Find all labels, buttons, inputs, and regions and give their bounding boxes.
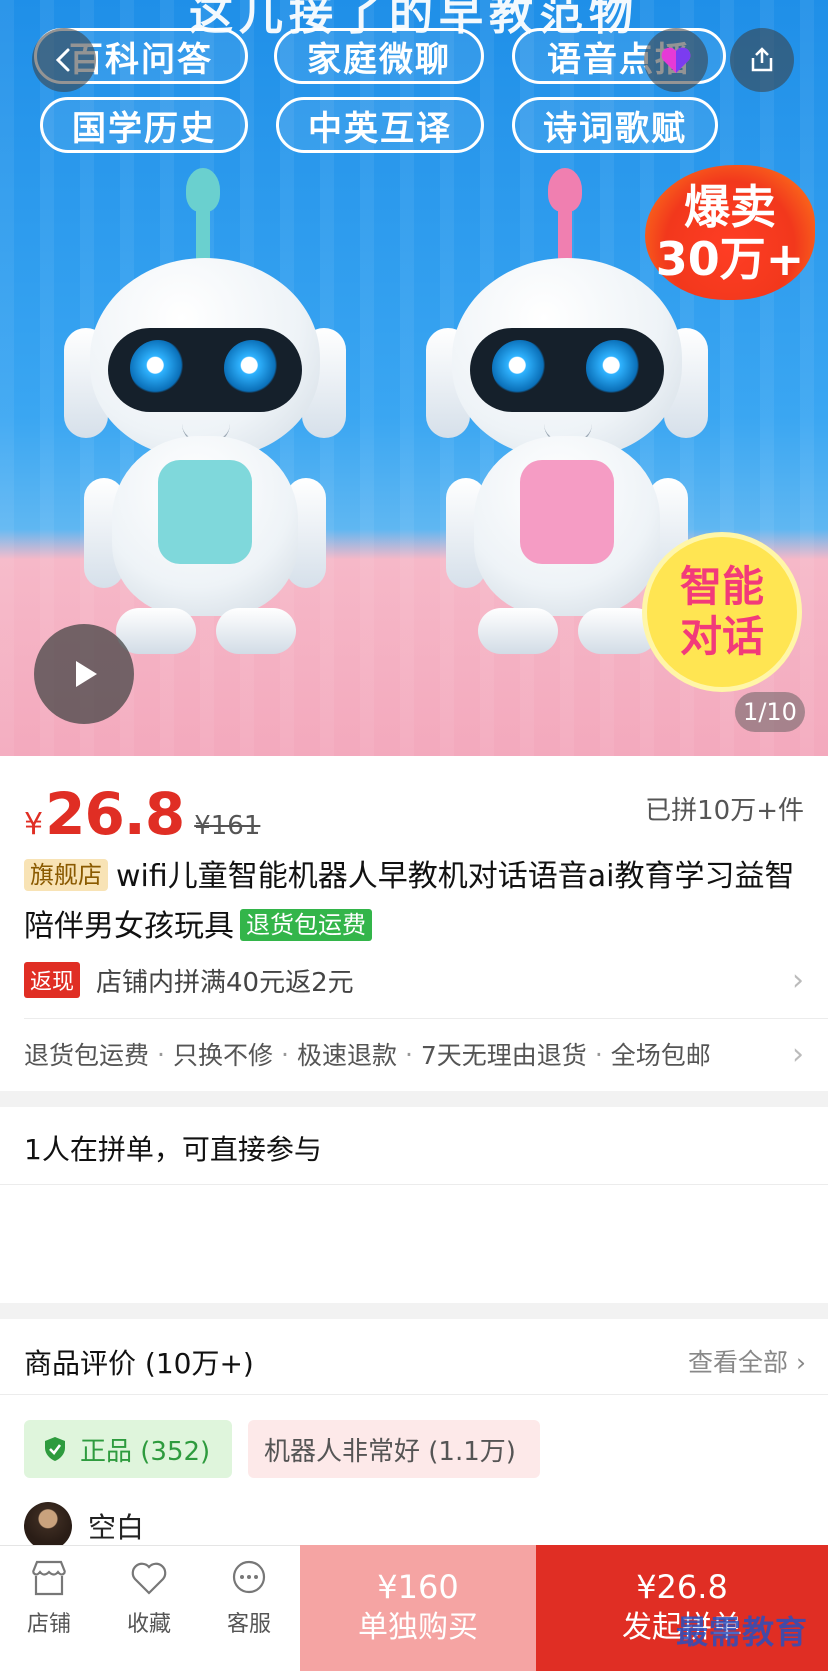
product-title-text: wifi儿童智能机器人早教机对话语音ai教育学习益智陪伴男女孩玩具	[24, 859, 795, 944]
tab-store[interactable]: 店铺	[4, 1556, 94, 1656]
buy-alone-price: ¥160	[377, 1568, 459, 1606]
tab-customer-service[interactable]: 客服	[204, 1556, 294, 1656]
service-guarantees-row[interactable]: 退货包运费 · 只换不修 · 极速退款 · 7天无理由退货 · 全场包邮 ›	[24, 1034, 804, 1074]
chevron-left-icon	[55, 48, 70, 72]
review-tag-genuine[interactable]: 正品 (352)	[24, 1420, 232, 1478]
view-all-label: 查看全部	[688, 1348, 789, 1377]
review-author-name: 空白	[88, 1511, 145, 1544]
chevron-right-icon: ›	[792, 962, 804, 998]
cashback-text: 店铺内拼满40元返2元	[96, 967, 354, 998]
currency-symbol: ¥	[24, 807, 44, 842]
flagship-store-tag: 旗舰店	[24, 859, 108, 891]
hero-top-banner: 这儿接了的早教范物	[0, 0, 828, 40]
hot-sale-line2: 30万+	[655, 231, 805, 286]
tab-label: 店铺	[26, 1612, 71, 1637]
shield-check-icon	[45, 1437, 65, 1461]
heart-app-icon	[661, 47, 691, 73]
service-item: 退货包运费	[24, 1041, 150, 1070]
smart-badge-line2: 对话	[679, 612, 764, 661]
review-tag-robot-good[interactable]: 机器人非常好 (1.1万)	[248, 1420, 540, 1478]
store-icon	[31, 1560, 67, 1596]
tab-label: 收藏	[126, 1612, 171, 1637]
reviews-title: 商品评价 (10万+)	[24, 1347, 254, 1380]
original-price: ¥161	[194, 811, 261, 841]
sold-count: 已拼10万+件	[645, 796, 804, 826]
chat-icon	[232, 1560, 266, 1594]
group-price: 26.8	[45, 780, 185, 848]
feature-pill: 中英互译	[276, 97, 484, 153]
share-button[interactable]	[730, 28, 794, 92]
service-item: 全场包邮	[610, 1041, 711, 1070]
hot-sale-badge: 爆卖 30万+	[645, 165, 815, 300]
feature-pill: 家庭微聊	[274, 28, 484, 84]
chevron-right-icon: ›	[792, 1036, 804, 1072]
tab-favorite[interactable]: 收藏	[104, 1556, 194, 1656]
service-item: 只换不修	[172, 1041, 273, 1070]
image-counter: 1/10	[735, 692, 805, 732]
tab-label: 客服	[226, 1612, 271, 1637]
service-item: 极速退款	[296, 1041, 397, 1070]
separator-dot: ·	[157, 1039, 165, 1069]
cashback-promo-row[interactable]: 返现 店铺内拼满40元返2元 ›	[24, 960, 804, 1000]
free-return-tag: 退货包运费	[240, 909, 372, 941]
watermark-text: 最需教育	[676, 1613, 809, 1651]
review-author: 空白	[24, 1502, 144, 1550]
share-icon	[751, 47, 773, 72]
divider	[24, 1018, 828, 1019]
review-tag-label: 正品 (352)	[80, 1436, 211, 1467]
cashback-tag: 返现	[24, 962, 81, 998]
smart-badge-line1: 智能	[679, 562, 764, 611]
hot-sale-line1: 爆卖	[684, 179, 776, 234]
product-image-carousel[interactable]: 这儿接了的早教范物 百科问答 家庭微聊 语音点播 国学历史 中英互译 诗词歌赋	[0, 0, 828, 756]
separator-dot: ·	[594, 1039, 603, 1069]
separator-dot: ·	[404, 1039, 413, 1069]
buy-alone-button[interactable]: ¥160 单独购买	[300, 1545, 536, 1671]
favorite-app-button[interactable]	[644, 28, 708, 92]
smart-dialog-badge: 智能 对话	[642, 532, 802, 692]
separator-dot: ·	[280, 1039, 289, 1069]
play-icon	[76, 661, 97, 687]
heart-icon	[131, 1562, 167, 1595]
review-tag-label: 机器人非常好 (1.1万)	[264, 1436, 516, 1467]
play-video-button[interactable]	[34, 624, 134, 724]
group-buy-price: ¥26.8	[636, 1568, 728, 1606]
group-buy-title: 1人在拼单，可直接参与	[24, 1133, 322, 1166]
chevron-right-icon: ›	[796, 1348, 806, 1377]
feature-pill: 诗词歌赋	[512, 97, 718, 153]
divider	[0, 1394, 828, 1395]
price-row: ¥ 26.8 ¥161	[24, 780, 260, 848]
feature-pill: 国学历史	[40, 97, 248, 153]
buy-alone-label: 单独购买	[358, 1610, 478, 1645]
divider	[0, 1184, 828, 1185]
product-title: 旗舰店 wifi儿童智能机器人早教机对话语音ai教育学习益智陪伴男女孩玩具 退货包运…	[24, 852, 814, 952]
product-page: 这儿接了的早教范物 百科问答 家庭微聊 语音点播 国学历史 中英互译 诗词歌赋	[0, 0, 828, 1671]
avatar	[24, 1502, 72, 1550]
service-item: 7天无理由退货	[420, 1041, 587, 1070]
view-all-reviews-link[interactable]: 查看全部 ›	[688, 1343, 806, 1379]
back-button[interactable]	[32, 28, 96, 92]
robot-teal-image	[64, 168, 346, 698]
